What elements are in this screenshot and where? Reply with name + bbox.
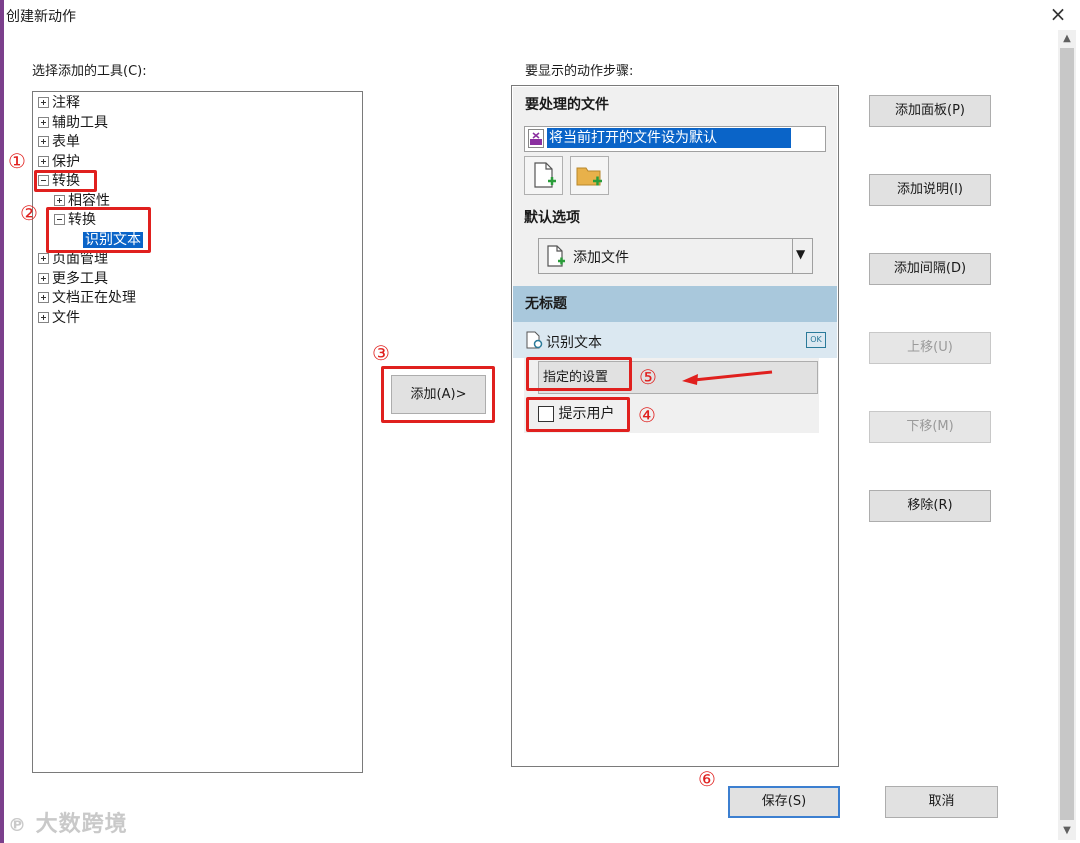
tree-item-more-tools[interactable]: 更多工具 [38,270,108,288]
expand-icon[interactable] [38,252,49,264]
close-icon[interactable]: × [1047,3,1069,25]
default-option-dropdown[interactable]: 添加文件 ▼ [538,238,813,274]
expand-icon[interactable] [38,116,49,128]
new-file-icon [534,162,556,188]
tree-item-protect[interactable]: 保护 [38,153,80,171]
highlight-convert [34,170,97,192]
pdf-file-icon [528,129,544,148]
tools-tree[interactable]: 注释 辅助工具 表单 保护 转换 相容性 转换 识别文本 页面管理 更多工具 文… [32,91,363,773]
expand-icon[interactable] [38,291,49,303]
move-up-button[interactable]: 上移(U) [869,332,991,364]
add-gap-button[interactable]: 添加间隔(D) [869,253,991,285]
step-name: 识别文本 [546,335,602,351]
add-panel-button[interactable]: 添加面板(P) [869,95,991,127]
window-edge [0,0,4,843]
annotation-5: ⑤ [639,365,657,389]
cancel-button[interactable]: 取消 [885,786,998,818]
highlight-prompt-user [526,397,630,432]
chevron-down-icon[interactable]: ▼ [796,247,805,261]
add-button[interactable]: 添加(A)> [391,375,486,414]
dropdown-divider [792,239,793,273]
tree-item-accessibility[interactable]: 辅助工具 [38,114,108,132]
expand-icon[interactable] [54,194,65,206]
annotation-1: ① [8,149,26,173]
files-section-header: 要处理的文件 [513,87,837,123]
expand-icon[interactable] [38,135,49,147]
remove-button[interactable]: 移除(R) [869,490,991,522]
annotation-4: ④ [638,403,656,427]
tree-item-forms[interactable]: 表单 [38,133,80,151]
expand-icon[interactable] [38,272,49,284]
steps-label: 要显示的动作步骤: [525,64,634,79]
tools-label: 选择添加的工具(C): [32,64,147,79]
add-file-button[interactable] [524,156,563,195]
step-recognize-text[interactable]: 识别文本 OK [513,322,837,358]
dropdown-value: 添加文件 [573,250,629,266]
file-entry-text: 将当前打开的文件设为默认 [547,128,791,148]
tree-item-file[interactable]: 文件 [38,309,80,327]
save-button[interactable]: 保存(S) [728,786,840,818]
dialog-title: 创建新动作 [6,9,76,25]
highlight-specified-settings [526,357,632,391]
default-options-label: 默认选项 [524,210,580,226]
move-down-button[interactable]: 下移(M) [869,411,991,443]
annotation-3: ③ [372,341,390,365]
highlight-recognize-text [46,207,151,253]
file-entry-row[interactable]: 将当前打开的文件设为默认 [524,126,826,152]
watermark-text: 大数跨境 [35,812,128,837]
annotation-2: ② [20,201,38,225]
tree-item-document-processing[interactable]: 文档正在处理 [38,289,136,307]
scroll-up-icon[interactable]: ▲ [1058,30,1076,48]
untitled-section-header: 无标题 [513,286,837,322]
add-folder-button[interactable] [570,156,609,195]
annotation-6: ⑥ [698,767,716,791]
document-gear-icon [526,331,543,349]
add-note-button[interactable]: 添加说明(I) [869,174,991,206]
expand-icon[interactable] [38,311,49,323]
tree-item-annotate[interactable]: 注释 [38,94,80,112]
new-file-icon [547,245,565,267]
scrollbar-thumb[interactable] [1060,48,1074,820]
expand-icon[interactable] [38,96,49,108]
watermark: ℗ 大数跨境 [8,806,128,838]
folder-add-icon [576,167,602,186]
ok-icon[interactable]: OK [806,332,826,348]
watermark-logo-icon: ℗ [8,815,27,836]
annotation-arrow-icon [682,370,773,385]
scroll-down-icon[interactable]: ▼ [1058,822,1076,840]
expand-icon[interactable] [38,155,49,167]
